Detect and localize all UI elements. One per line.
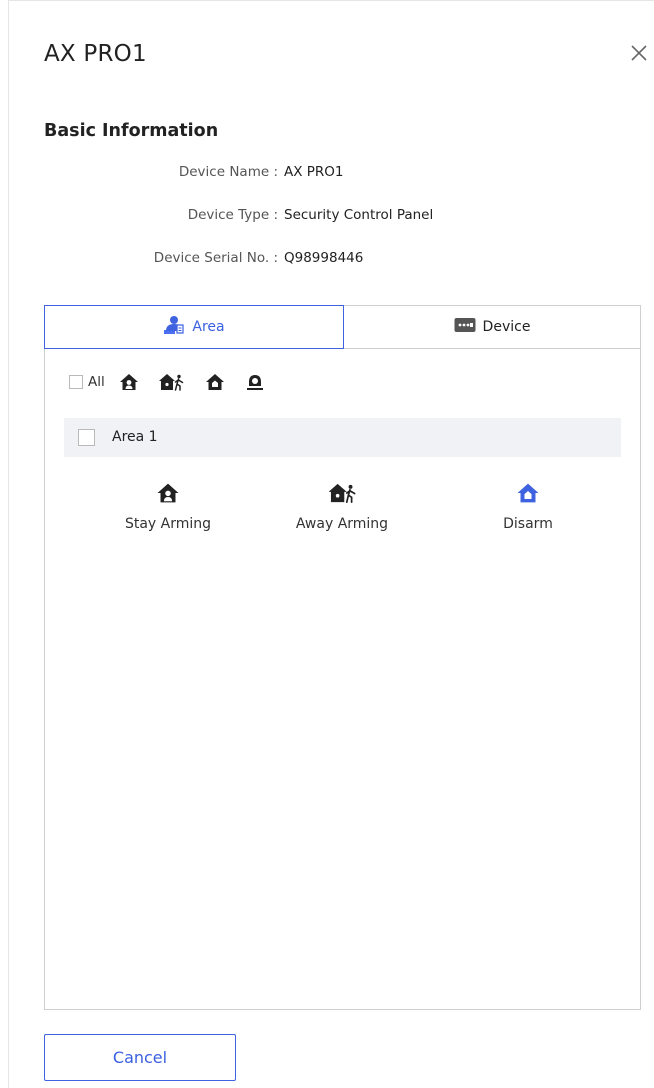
away-arming-button[interactable]: Away Arming (267, 482, 417, 532)
select-all-label: All (88, 374, 105, 390)
info-row-device-type: Device Type : Security Control Panel (44, 204, 564, 226)
away-arming-icon (329, 482, 356, 506)
device-name-label: Device Name : (178, 164, 278, 180)
disarm-button[interactable]: Disarm (453, 482, 603, 532)
info-row-device-name: Device Name : AX PRO1 (44, 161, 564, 183)
section-title-basic-information: Basic Information (44, 121, 219, 141)
disarm-icon (515, 482, 541, 506)
tab-bar: Area Device (44, 305, 640, 349)
area-name: Area 1 (112, 429, 158, 445)
stay-arming-label: Stay Arming (124, 516, 212, 532)
stay-arming-button[interactable]: Stay Arming (93, 482, 243, 532)
stay-arming-icon (155, 482, 181, 506)
dialog-title: AX PRO1 (44, 41, 147, 67)
stay-arming-icon[interactable] (119, 372, 139, 392)
clear-alarm-icon[interactable] (245, 372, 265, 392)
serial-number-value: Q98998446 (284, 250, 364, 266)
disarm-label: Disarm (503, 516, 553, 532)
close-icon[interactable] (627, 41, 651, 65)
away-arming-icon[interactable] (158, 372, 185, 392)
away-arming-label: Away Arming (295, 516, 389, 532)
device-icon (454, 317, 476, 337)
device-detail-panel: AX PRO1 Basic Information Device Name : … (8, 0, 654, 1088)
info-row-serial-number: Device Serial No. : Q98998446 (44, 247, 564, 269)
cancel-button[interactable]: Cancel (44, 1034, 236, 1081)
device-type-label: Device Type : (187, 207, 278, 223)
area-checkbox[interactable] (78, 429, 95, 446)
select-all-checkbox[interactable] (69, 375, 83, 389)
device-type-value: Security Control Panel (284, 207, 434, 223)
area-icon (163, 315, 185, 339)
device-name-value: AX PRO1 (284, 164, 344, 180)
area-row[interactable]: Area 1 (64, 418, 621, 457)
batch-toolbar: All (69, 372, 265, 392)
tab-area-label: Area (192, 319, 225, 335)
disarm-icon[interactable] (205, 372, 225, 392)
serial-number-label: Device Serial No. : (153, 250, 278, 266)
area-device-container: Area Device All Area 1 Stay Arming Away … (44, 305, 641, 1010)
tab-area[interactable]: Area (44, 305, 344, 349)
tab-device-label: Device (482, 319, 531, 335)
tab-device[interactable]: Device (344, 306, 640, 348)
